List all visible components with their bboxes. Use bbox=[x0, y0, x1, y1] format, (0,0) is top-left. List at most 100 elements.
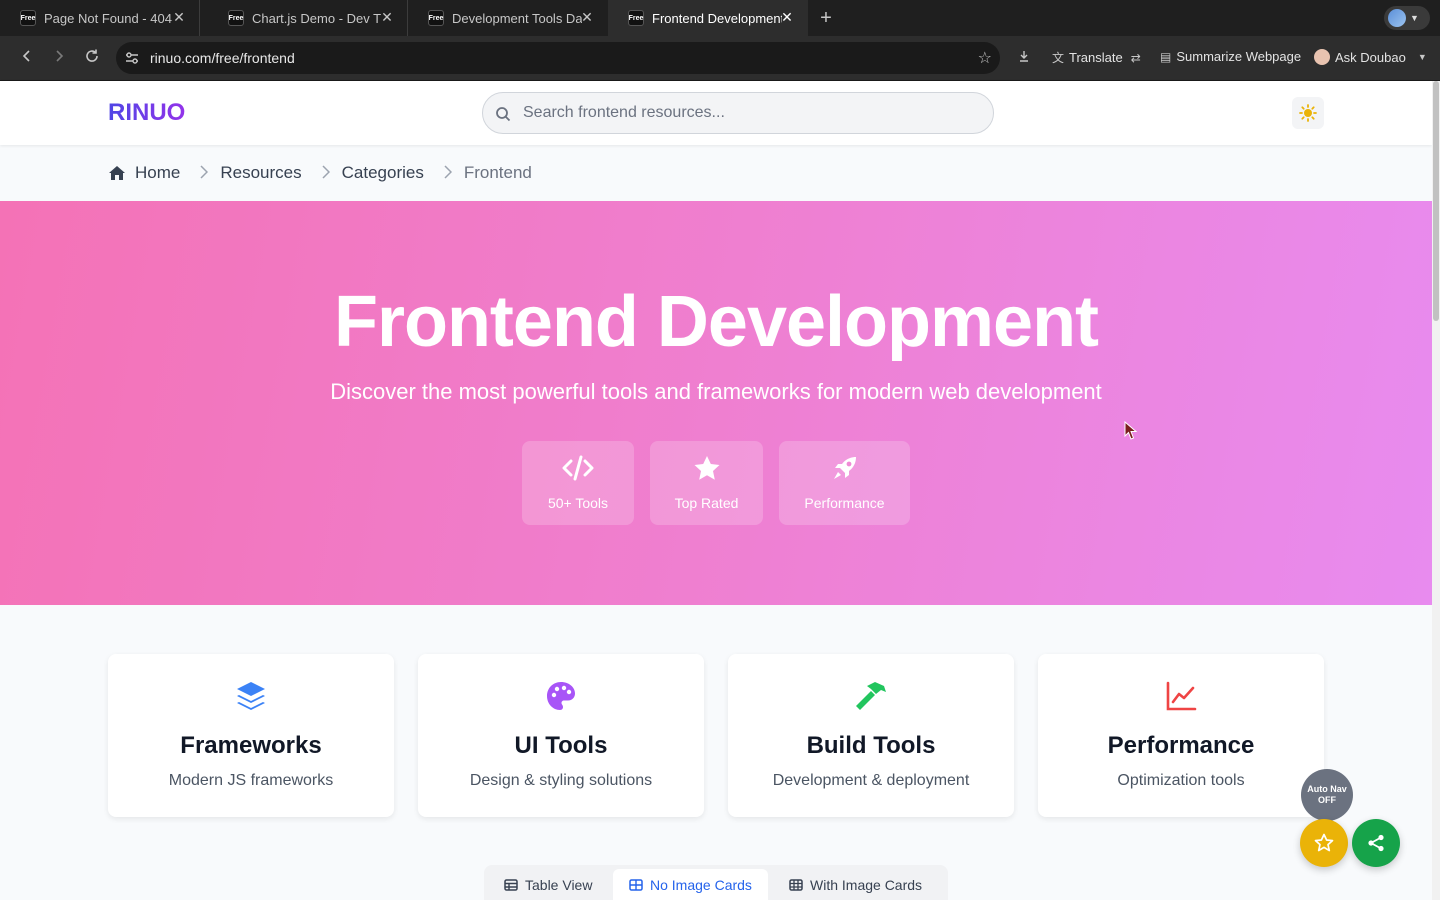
close-icon[interactable]: ✕ bbox=[380, 10, 394, 24]
hero-badge-performance: Performance bbox=[779, 441, 910, 525]
chart-line-icon bbox=[1038, 680, 1324, 712]
chevron-right-icon bbox=[200, 164, 209, 182]
hero-badge-tools: 50+ Tools bbox=[522, 441, 634, 525]
download-icon[interactable] bbox=[1017, 49, 1031, 63]
browser-tab-active[interactable]: Free Frontend Development ✕ bbox=[608, 0, 808, 36]
palette-icon bbox=[418, 680, 704, 712]
image-grid-icon bbox=[789, 878, 803, 891]
tab-favicon: Free bbox=[20, 10, 36, 26]
tab-label: No Image Cards bbox=[650, 876, 752, 893]
translate-icon: 文 bbox=[1052, 51, 1065, 65]
code-icon bbox=[522, 455, 634, 481]
close-icon[interactable]: ✕ bbox=[580, 10, 594, 24]
hero-badge-top-rated: Top Rated bbox=[650, 441, 763, 525]
browser-tab-bar: Free Page Not Found - 404 ✕ Free Chart.j… bbox=[0, 0, 1440, 36]
tab-title: Page Not Found - 404 bbox=[44, 10, 172, 26]
category-card-ui-tools[interactable]: UI Tools Design & styling solutions bbox=[418, 654, 704, 817]
breadcrumb-label: Categories bbox=[341, 163, 424, 182]
breadcrumb-resources[interactable]: Resources bbox=[220, 163, 301, 183]
rocket-icon bbox=[779, 455, 910, 481]
tab-title: Chart.js Demo - Dev T bbox=[252, 10, 382, 26]
tab-favicon: Free bbox=[628, 10, 644, 26]
tab-table-view[interactable]: Table View bbox=[488, 869, 608, 900]
bookmark-star-icon[interactable]: ☆ bbox=[978, 48, 992, 68]
search-input[interactable] bbox=[523, 101, 973, 125]
scrollbar-thumb[interactable] bbox=[1433, 81, 1439, 321]
favorite-button[interactable] bbox=[1300, 819, 1348, 867]
site-header: RINUO bbox=[0, 81, 1432, 145]
hammer-icon bbox=[728, 680, 1014, 712]
doubao-avatar-icon bbox=[1314, 49, 1330, 65]
tab-divider bbox=[199, 0, 200, 36]
search-box[interactable] bbox=[482, 92, 994, 134]
breadcrumb-categories[interactable]: Categories bbox=[342, 163, 424, 183]
badge-label: Performance bbox=[804, 495, 885, 511]
tab-title: Development Tools Da bbox=[452, 10, 582, 26]
site-logo[interactable]: RINUO bbox=[108, 99, 185, 127]
chevron-right-icon bbox=[322, 164, 330, 182]
breadcrumb-label: Frontend bbox=[463, 163, 532, 182]
hero-section: Frontend Development Discover the most p… bbox=[0, 201, 1432, 605]
browser-tab[interactable]: Free Page Not Found - 404 ✕ bbox=[0, 0, 200, 36]
chevron-down-icon: ▼ bbox=[1410, 13, 1419, 23]
category-card-build-tools[interactable]: Build Tools Development & deployment bbox=[728, 654, 1014, 817]
chevron-right-icon bbox=[444, 164, 452, 182]
auto-nav-toggle[interactable]: Auto Nav OFF bbox=[1301, 769, 1353, 821]
profile-button[interactable]: ▼ bbox=[1384, 6, 1430, 30]
card-description: Optimization tools bbox=[1117, 772, 1245, 789]
card-title: Performance bbox=[1107, 732, 1255, 759]
back-arrow-icon[interactable] bbox=[17, 48, 37, 68]
forward-arrow-icon[interactable] bbox=[49, 48, 69, 68]
ask-label: Ask Doubao bbox=[1335, 49, 1406, 65]
star-outline-icon bbox=[1314, 833, 1334, 852]
site-settings-icon[interactable] bbox=[124, 50, 140, 66]
share-button[interactable] bbox=[1352, 819, 1400, 867]
tab-favicon: Free bbox=[228, 10, 244, 26]
home-icon bbox=[109, 166, 125, 180]
hero-subtitle: Discover the most powerful tools and fra… bbox=[330, 379, 1102, 404]
new-tab-plus-icon[interactable]: + bbox=[816, 8, 836, 28]
card-description: Development & deployment bbox=[772, 772, 970, 789]
auto-nav-label: Auto Nav bbox=[1307, 784, 1347, 794]
breadcrumb-home[interactable]: Home bbox=[108, 163, 180, 183]
auto-nav-state: OFF bbox=[1318, 795, 1336, 805]
card-title: Build Tools bbox=[806, 732, 936, 759]
document-icon: ▤ bbox=[1160, 49, 1172, 64]
tab-no-image-cards[interactable]: No Image Cards bbox=[613, 869, 768, 900]
card-description: Modern JS frameworks bbox=[168, 772, 334, 789]
table-icon bbox=[504, 878, 518, 891]
category-card-frameworks[interactable]: Frameworks Modern JS frameworks bbox=[108, 654, 394, 817]
card-title: Frameworks bbox=[180, 732, 322, 759]
tab-title: Frontend Development bbox=[652, 10, 782, 26]
share-icon bbox=[1368, 834, 1384, 852]
sliders-icon: ⇄ bbox=[1130, 50, 1141, 65]
category-card-performance[interactable]: Performance Optimization tools bbox=[1038, 654, 1324, 817]
search-icon bbox=[496, 107, 511, 122]
mouse-cursor-icon bbox=[1124, 421, 1138, 440]
translate-label: Translate bbox=[1069, 50, 1123, 65]
browser-tab[interactable]: Free Development Tools Da ✕ bbox=[408, 0, 608, 36]
browser-tab[interactable]: Free Chart.js Demo - Dev T ✕ bbox=[208, 0, 408, 36]
layers-icon bbox=[108, 680, 394, 712]
reload-icon[interactable] bbox=[82, 48, 102, 68]
avatar bbox=[1388, 9, 1406, 27]
address-bar[interactable]: rinuo.com/free/frontend ☆ bbox=[116, 42, 1000, 74]
close-icon[interactable]: ✕ bbox=[780, 10, 794, 24]
star-icon bbox=[650, 455, 763, 481]
translate-button[interactable]: 文 Translate ⇄ bbox=[1052, 49, 1146, 66]
close-icon[interactable]: ✕ bbox=[172, 10, 186, 24]
url-text[interactable]: rinuo.com/free/frontend bbox=[150, 50, 295, 66]
tab-label: Table View bbox=[525, 876, 593, 893]
summarize-button[interactable]: ▤ Summarize Webpage bbox=[1160, 49, 1301, 64]
tab-with-image-cards[interactable]: With Image Cards bbox=[773, 869, 938, 900]
breadcrumb-current: Frontend bbox=[464, 163, 532, 183]
badge-label: Top Rated bbox=[674, 495, 739, 511]
summarize-label: Summarize Webpage bbox=[1176, 49, 1302, 64]
page-scrollbar[interactable] bbox=[1432, 81, 1440, 900]
grid-icon bbox=[629, 878, 643, 891]
theme-toggle-button[interactable] bbox=[1292, 97, 1324, 129]
ask-doubao-button[interactable]: Ask Doubao ▼ bbox=[1314, 49, 1432, 65]
badge-label: 50+ Tools bbox=[547, 495, 609, 511]
tab-favicon: Free bbox=[428, 10, 444, 26]
hero-title: Frontend Development bbox=[333, 282, 1099, 362]
